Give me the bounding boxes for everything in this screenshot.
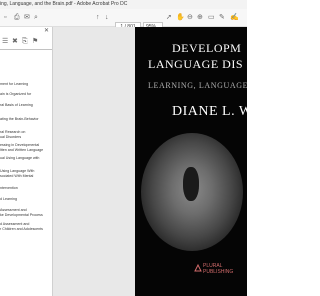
bookmark-item[interactable]: ual Using Language with (0, 156, 39, 160)
bookmark-options-icon[interactable]: ☰ (2, 38, 8, 46)
publisher-logo-icon (194, 263, 202, 272)
bookmark-icon[interactable]: ⚑ (32, 38, 38, 46)
bookmarks-toolbar: ☰ ✖ ⎘ ⚑ (2, 38, 50, 48)
bookmark-item[interactable]: ating the Brain-Behavior (0, 117, 39, 121)
close-icon[interactable]: ✕ (44, 28, 49, 35)
publisher-name-line-2: PUBLISHING (203, 269, 234, 275)
cover-title-line-2: LANGUAGE DIS (148, 57, 243, 71)
cover-author: DIANE L. WI (172, 104, 247, 119)
window-title: ing, Language, and the Brain.pdf - Adobe… (0, 1, 128, 7)
cover-title-line-1: DEVELOPM (172, 41, 242, 55)
cover-subtitle: LEARNING, LANGUAGE, A (148, 81, 247, 90)
bookmark-item[interactable]: d Assessment and (0, 222, 29, 226)
search-icon[interactable]: ⌕ (34, 13, 38, 22)
bookmark-item[interactable]: sociated With Mental (0, 174, 33, 178)
fit-page-icon[interactable]: ▭ (208, 13, 215, 22)
title-bar: ing, Language, and the Brain.pdf - Adobe… (0, 0, 247, 9)
bookmark-item[interactable]: ment for Learning (0, 82, 28, 86)
bookmarks-pane: ✕ ☰ ✖ ⎘ ⚑ ment for Learning ain is Organ… (0, 27, 53, 296)
email-icon[interactable]: ✉ (24, 13, 30, 22)
bookmark-item[interactable]: ke Developmental Process (0, 213, 43, 217)
hand-tool-icon[interactable]: ✋ (176, 13, 185, 22)
bookmark-item[interactable]: Assessment and (0, 208, 27, 212)
next-page-icon[interactable]: ↓ (105, 13, 109, 22)
save-icon[interactable]: ▫ (4, 13, 6, 22)
bookmark-item[interactable]: essing in Developmental (0, 143, 39, 147)
bookmark-item[interactable]: ltten and Written Language (0, 148, 43, 152)
toolbar: ▫ ⎙ ✉ ⌕ ↑ ↓ 1 / 801 95% ➚ ✋ ⊖ ⊕ ▭ ✎ ✍ (0, 9, 247, 32)
delete-bookmark-icon[interactable]: ✖ (12, 38, 18, 46)
bookmark-item[interactable]: ntervention (0, 186, 18, 190)
zoom-in-icon[interactable]: ⊕ (197, 13, 203, 22)
bookmark-item[interactable]: ual Disorders (0, 135, 21, 139)
book-cover-page: DEVELOPM LANGUAGE DIS LEARNING, LANGUAGE… (135, 27, 247, 296)
bookmark-item[interactable]: d Learning (0, 197, 17, 201)
zoom-out-icon[interactable]: ⊖ (187, 13, 193, 22)
comment-icon[interactable]: ✎ (219, 13, 225, 22)
sign-icon[interactable]: ✍ (230, 13, 239, 22)
brain-scan-detail (183, 167, 199, 201)
new-bookmark-icon[interactable]: ⎘ (22, 38, 28, 46)
bookmark-item[interactable]: ain is Organized for (0, 92, 31, 96)
print-icon[interactable]: ⎙ (14, 13, 20, 22)
divider (0, 49, 52, 50)
bookmark-item[interactable]: r Children and Adolescents (0, 227, 43, 231)
bookmark-item[interactable]: Using Language With (0, 169, 34, 173)
select-tool-icon[interactable]: ➚ (166, 13, 172, 22)
bookmark-item[interactable]: ral Research on (0, 130, 25, 134)
previous-page-icon[interactable]: ↑ (96, 13, 100, 22)
bookmark-item[interactable]: ral Basis of Learning (0, 103, 33, 107)
